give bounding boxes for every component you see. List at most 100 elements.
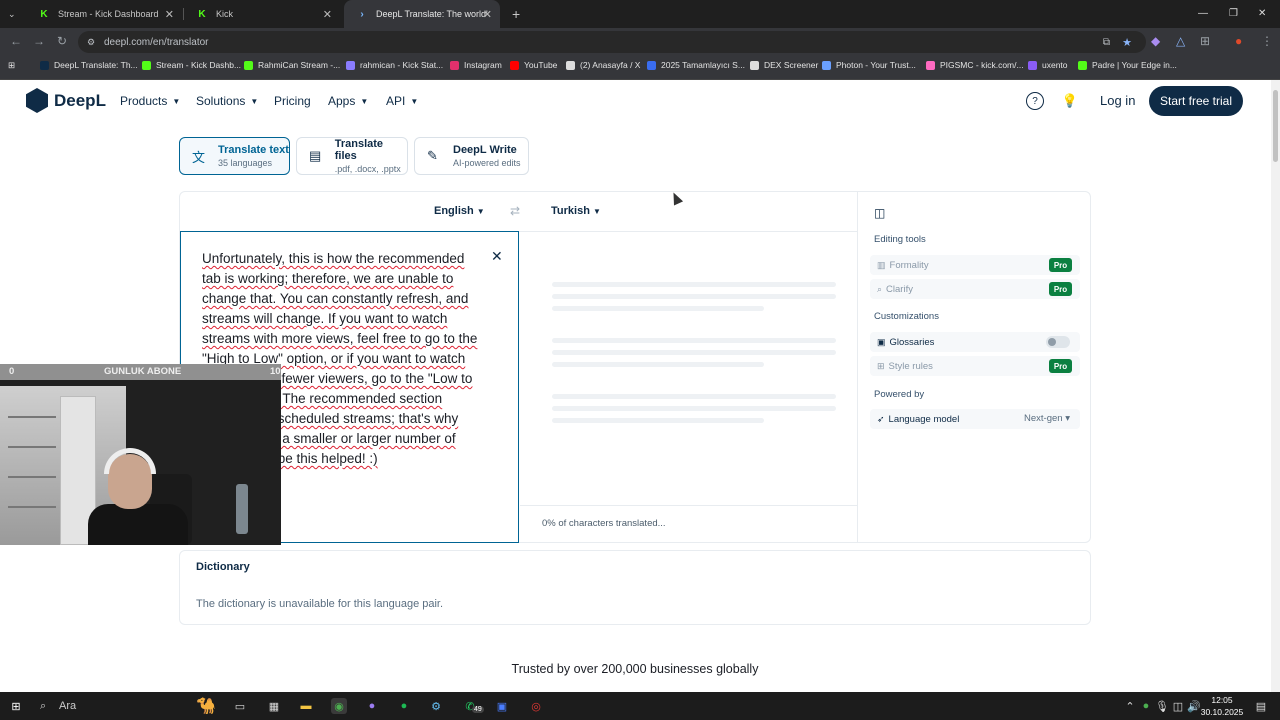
loading-line xyxy=(552,362,764,367)
glossaries-toggle[interactable] xyxy=(1046,336,1070,348)
extension-icon[interactable]: △ xyxy=(1176,34,1185,48)
maximize-icon[interactable]: ❐ xyxy=(1229,8,1238,19)
scrollbar[interactable] xyxy=(1271,80,1280,692)
tab-deepl[interactable]: › DeepL Translate: The world's m ✕ xyxy=(344,0,500,28)
source-language-select[interactable]: English ▼ xyxy=(434,205,485,217)
formality-option[interactable]: ▥ Formality Pro xyxy=(870,255,1080,275)
nav-pricing[interactable]: Pricing xyxy=(274,94,311,108)
bookmark-item[interactable]: rahmican - Kick Stat... xyxy=(346,60,443,70)
address-bar[interactable]: ⚙ deepl.com/en/translator ⧉ ★ xyxy=(78,31,1146,53)
bookmark-item[interactable]: Photon - Your Trust... xyxy=(822,60,916,70)
notifications-icon[interactable]: ▤ xyxy=(1253,698,1269,714)
windows-start-icon[interactable]: ⊞ xyxy=(8,698,24,714)
dictionary-title: Dictionary xyxy=(196,561,250,573)
lightbulb-icon[interactable]: 💡 xyxy=(1061,92,1079,110)
language-model-option[interactable]: ➶ Language model Next-gen ▾ xyxy=(870,409,1080,429)
start-trial-button[interactable]: Start free trial xyxy=(1149,86,1243,116)
close-tab-icon[interactable]: ✕ xyxy=(165,8,174,21)
apps-grid-icon[interactable]: ⊞ xyxy=(8,60,15,71)
chrome-icon[interactable]: ◉ xyxy=(331,698,347,714)
bookmark-item[interactable]: Stream - Kick Dashb... xyxy=(142,60,241,70)
style-rules-option[interactable]: ⊞ Style rules Pro xyxy=(870,356,1080,376)
book-icon: ▣ xyxy=(877,336,886,347)
customizations-label: Customizations xyxy=(874,311,939,322)
reload-icon[interactable]: ↻ xyxy=(57,34,67,48)
back-icon[interactable]: ← xyxy=(10,34,22,48)
forward-icon[interactable]: → xyxy=(33,34,45,48)
app-icon[interactable]: ● xyxy=(364,698,380,714)
bottle xyxy=(236,484,248,534)
bookmark-item[interactable]: 2025 Tamamlayıcı S... xyxy=(647,60,745,70)
file-explorer-icon[interactable]: ▬ xyxy=(298,698,314,714)
bookmark-item[interactable]: DEX Screener xyxy=(750,60,818,70)
tools-sidebar: ◫ Editing tools ▥ Formality Pro ⌕ Clarify Pr… xyxy=(857,192,1091,543)
glossaries-option[interactable]: ▣ Glossaries xyxy=(870,332,1080,352)
tab-kick-dashboard[interactable]: K Stream - Kick Dashboard ✕ xyxy=(26,0,182,28)
tab-kick[interactable]: K Kick ✕ xyxy=(184,0,340,28)
target-language-select[interactable]: Turkish ▼ xyxy=(551,205,601,217)
bookmark-item[interactable]: RahmiCan Stream -... xyxy=(244,60,340,70)
bookmark-item[interactable]: DeepL Translate: Th... xyxy=(40,60,138,70)
menu-kebab-icon[interactable]: ⋮ xyxy=(1261,34,1273,48)
login-link[interactable]: Log in xyxy=(1100,93,1135,108)
dictionary-section: Dictionary The dictionary is unavailable… xyxy=(179,550,1091,625)
steam-icon[interactable]: ⚙ xyxy=(428,698,444,714)
deepl-logo[interactable]: DeepL xyxy=(26,88,106,113)
tray-chevron-icon[interactable]: ⌃ xyxy=(1122,698,1138,714)
clarify-option[interactable]: ⌕ Clarify Pro xyxy=(870,279,1080,299)
clear-text-icon[interactable]: ✕ xyxy=(491,248,503,265)
deepl-icon: › xyxy=(360,8,364,20)
task-view-icon[interactable]: ▭ xyxy=(232,698,248,714)
bookmark-item[interactable]: YouTube xyxy=(510,60,557,70)
network-icon[interactable]: ◫ xyxy=(1170,698,1186,714)
translation-progress: 0% of characters translated... xyxy=(520,505,857,543)
swap-languages-icon[interactable]: ⇄ xyxy=(510,204,520,218)
system-clock[interactable]: 12:05 30.10.2025 xyxy=(1198,694,1246,718)
deepl-logo-icon xyxy=(26,88,48,113)
kick-icon: K xyxy=(198,8,206,20)
nav-api[interactable]: API ▼ xyxy=(386,94,418,108)
app-icon[interactable]: ▣ xyxy=(494,698,510,714)
site-info-icon[interactable]: ⚙ xyxy=(87,37,95,48)
style-rules-icon: ⊞ xyxy=(877,360,885,371)
loading-line xyxy=(552,350,836,355)
translate-page-icon[interactable]: ⧉ xyxy=(1103,37,1110,48)
model-select[interactable]: Next-gen ▾ xyxy=(1024,413,1070,424)
bookmark-item[interactable]: (2) Anasayfa / X xyxy=(566,60,640,70)
scrollbar-thumb[interactable] xyxy=(1273,90,1278,162)
bookmark-item[interactable]: Instagram xyxy=(450,60,502,70)
bookmark-star-icon[interactable]: ★ xyxy=(1122,36,1132,49)
chevron-down-icon: ▼ xyxy=(250,96,259,106)
extension-icon[interactable]: ◆ xyxy=(1151,34,1160,48)
spotify-icon[interactable]: ● xyxy=(396,698,412,714)
tab-deepl-write[interactable]: ✎ DeepL Write AI-powered edits xyxy=(414,137,529,175)
sidebar-toggle-icon[interactable]: ◫ xyxy=(874,206,885,220)
minimize-icon[interactable]: — xyxy=(1198,8,1208,19)
language-bar: English ▼ ⇄ Turkish ▼ xyxy=(180,192,857,232)
close-tab-icon[interactable]: ✕ xyxy=(483,8,492,21)
taskbar-search[interactable]: ⌕ Ara 🐪 xyxy=(32,692,220,720)
close-tab-icon[interactable]: ✕ xyxy=(323,8,332,21)
app-icon[interactable]: ▦ xyxy=(266,698,282,714)
tab-translate-files[interactable]: ▤ Translate files .pdf, .docx, .pptx xyxy=(296,137,408,175)
nav-apps[interactable]: Apps ▼ xyxy=(328,94,368,108)
nav-products[interactable]: Products ▼ xyxy=(120,94,180,108)
close-window-icon[interactable]: ✕ xyxy=(1258,8,1266,19)
nav-solutions[interactable]: Solutions ▼ xyxy=(196,94,258,108)
app-icon[interactable]: ◎ xyxy=(528,698,544,714)
bookmark-item[interactable]: uxento xyxy=(1028,60,1068,70)
tab-translate-text[interactable]: 文 Translate text 35 languages xyxy=(179,137,290,175)
profile-avatar[interactable]: ● xyxy=(1235,34,1242,48)
extensions-puzzle-icon[interactable]: ⊞ xyxy=(1200,34,1210,48)
tab-strip: ⌄ K Stream - Kick Dashboard ✕ K Kick ✕ ›… xyxy=(0,0,1280,28)
chevron-down-icon: ▼ xyxy=(360,96,369,106)
microphone-icon[interactable]: 🎙 xyxy=(1154,698,1170,714)
pro-badge: Pro xyxy=(1049,282,1072,296)
loading-line xyxy=(552,418,764,423)
bookmark-item[interactable]: PIGSMC - kick.com/... xyxy=(926,60,1024,70)
help-icon[interactable]: ? xyxy=(1026,92,1044,110)
tray-icon[interactable]: ● xyxy=(1138,698,1154,714)
new-tab-button[interactable]: + xyxy=(500,0,524,28)
bookmark-item[interactable]: Padre | Your Edge in... xyxy=(1078,60,1177,70)
tab-search-button[interactable]: ⌄ xyxy=(0,0,26,28)
